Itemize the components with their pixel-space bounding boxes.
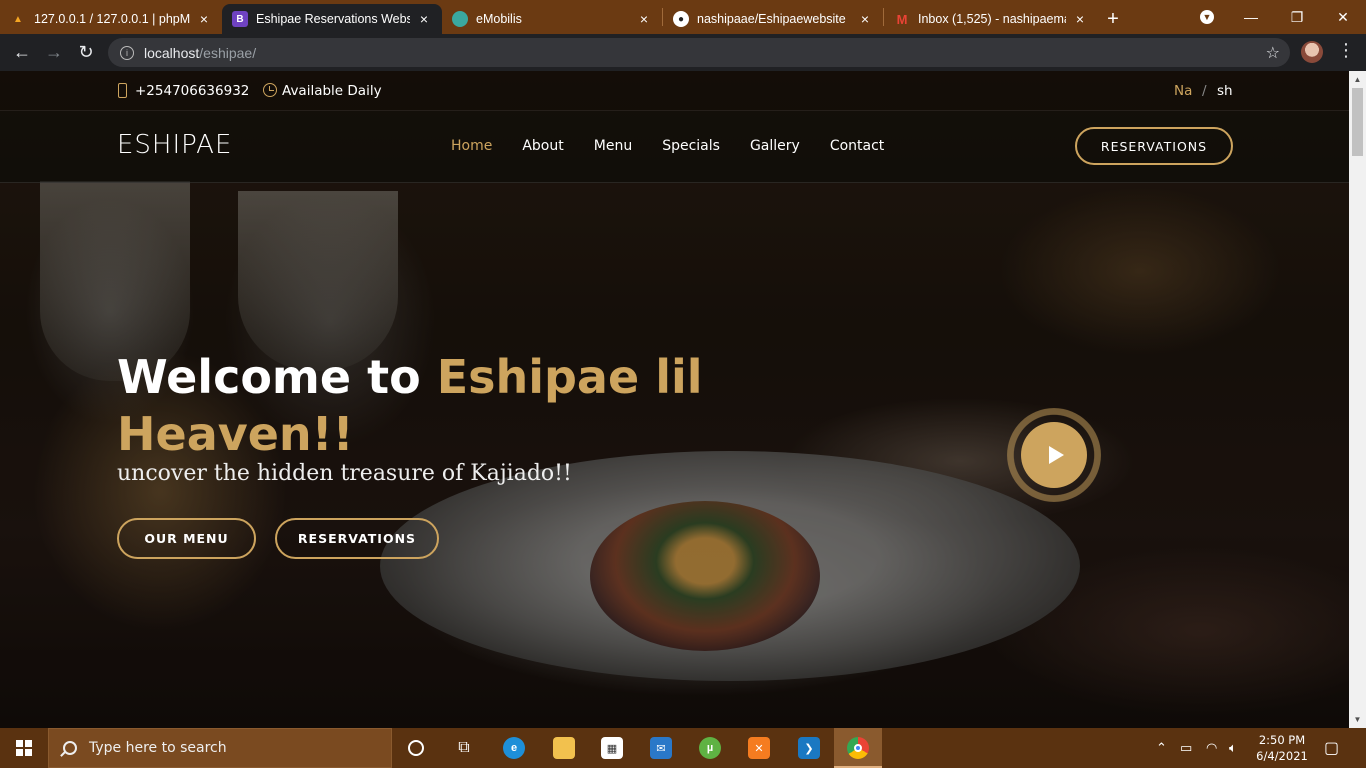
close-icon[interactable]: × <box>416 11 432 27</box>
search-icon <box>63 741 77 755</box>
windows-logo-icon <box>16 740 32 756</box>
bootstrap-icon: B <box>232 11 248 27</box>
xampp-icon[interactable]: ✕ <box>735 728 783 768</box>
reload-icon[interactable]: ↻ <box>70 37 102 69</box>
show-hidden-icons[interactable]: ⌃ <box>1156 728 1167 768</box>
edge-icon[interactable]: e <box>490 728 538 768</box>
close-icon[interactable]: × <box>1072 11 1088 27</box>
nav-contact[interactable]: Contact <box>830 138 884 154</box>
emobilis-icon <box>452 11 468 27</box>
header-reservations-button[interactable]: RESERVATIONS <box>1075 127 1233 165</box>
site-header: ESHIPAE Home About Menu Specials Gallery… <box>0 111 1349 183</box>
wifi-icon[interactable]: ◠ <box>1206 728 1217 768</box>
phpmyadmin-icon: ▲ <box>13 13 23 25</box>
clock-icon <box>263 83 277 97</box>
file-explorer-icon[interactable] <box>540 728 588 768</box>
tab-title: Inbox (1,525) - nashipaemari <box>918 12 1066 26</box>
phone-number: +254706636932 <box>135 83 250 99</box>
phone-icon <box>118 83 127 98</box>
battery-icon[interactable]: ▭ <box>1180 728 1192 768</box>
nav-specials[interactable]: Specials <box>662 138 720 154</box>
tab-github[interactable]: ● nashipaae/Eshipaewebsite × <box>663 4 883 34</box>
profile-avatar[interactable] <box>1301 41 1323 63</box>
nav-gallery[interactable]: Gallery <box>750 138 800 154</box>
volume-icon[interactable]: 🔈︎ <box>1229 728 1237 768</box>
nav-home[interactable]: Home <box>451 138 492 154</box>
start-button[interactable] <box>0 728 48 768</box>
hero-title: Welcome to Eshipae lil Heaven!! <box>117 349 737 463</box>
bookmark-star-icon[interactable]: ☆ <box>1266 43 1280 63</box>
address-bar[interactable]: i localhost/eshipae/ ☆ <box>108 38 1290 67</box>
hero-title-white: Welcome to <box>117 350 437 404</box>
back-icon[interactable]: ← <box>6 37 38 69</box>
system-clock[interactable]: 2:50 PM 6/4/2021 <box>1252 732 1312 764</box>
taskbar-search[interactable]: Type here to search <box>48 728 392 768</box>
page-viewport: +254706636932 Available Daily Na / sh ES… <box>0 71 1349 728</box>
nav-about[interactable]: About <box>522 138 563 154</box>
top-info-bar: +254706636932 Available Daily Na / sh <box>0 71 1349 111</box>
clock-time: 2:50 PM <box>1258 733 1306 747</box>
clock-date: 6/4/2021 <box>1256 749 1308 763</box>
play-icon <box>1049 446 1064 464</box>
scroll-down-icon[interactable]: ▼ <box>1349 711 1366 728</box>
close-icon[interactable]: × <box>636 11 652 27</box>
main-nav: Home About Menu Specials Gallery Contact <box>451 138 914 154</box>
hero-subtitle: uncover the hidden treasure of Kajiado!! <box>117 461 572 486</box>
close-window-icon[interactable]: ✕ <box>1320 0 1366 34</box>
windows-taskbar: Type here to search ⧉ e ▦ ✉ µ ✕ ❯ ⌃ ▭ ◠ … <box>0 728 1366 768</box>
page-scrollbar[interactable]: ▲ ▼ <box>1349 71 1366 728</box>
tab-phpmyadmin[interactable]: ▲ 127.0.0.1 / 127.0.0.1 | phpMyA × <box>0 4 222 34</box>
language-link-b[interactable]: sh <box>1217 83 1233 99</box>
scroll-thumb[interactable] <box>1352 88 1363 156</box>
maximize-icon[interactable]: ❐ <box>1274 0 1320 34</box>
tab-title: eMobilis <box>476 12 522 26</box>
tab-eshipae[interactable]: B Eshipae Reservations Website × <box>222 4 442 34</box>
github-icon: ● <box>673 11 689 27</box>
tab-title: 127.0.0.1 / 127.0.0.1 | phpMyA <box>34 12 190 26</box>
tab-emobilis[interactable]: eMobilis × <box>442 4 662 34</box>
language-separator: / <box>1202 83 1207 99</box>
search-placeholder: Type here to search <box>89 740 227 756</box>
mail-icon[interactable]: ✉ <box>637 728 685 768</box>
our-menu-button[interactable]: OUR MENU <box>117 518 256 559</box>
tab-gmail[interactable]: M Inbox (1,525) - nashipaemari × <box>884 4 1098 34</box>
browser-tabstrip: ▲ 127.0.0.1 / 127.0.0.1 | phpMyA × B Esh… <box>0 0 1366 34</box>
hero-reservations-button[interactable]: RESERVATIONS <box>275 518 439 559</box>
minimize-icon[interactable]: — <box>1228 0 1274 34</box>
browser-menu-icon[interactable]: ⋮ <box>1336 40 1356 61</box>
notification-icon[interactable]: ▢ <box>1324 728 1339 768</box>
chrome-icon[interactable] <box>834 728 882 768</box>
new-tab-button[interactable]: + <box>1098 4 1128 34</box>
utorrent-icon[interactable]: µ <box>686 728 734 768</box>
browser-toolbar: ← → ↻ i localhost/eshipae/ ☆ ⋮ <box>0 34 1366 71</box>
forward-icon[interactable]: → <box>38 37 70 69</box>
url-host: localhost <box>144 44 200 61</box>
store-icon[interactable]: ▦ <box>588 728 636 768</box>
cortana-icon[interactable] <box>392 728 440 768</box>
task-view-icon[interactable]: ⧉ <box>440 728 488 768</box>
close-icon[interactable]: × <box>196 11 212 27</box>
close-icon[interactable]: × <box>857 11 873 27</box>
nav-menu[interactable]: Menu <box>594 138 632 154</box>
tab-search-icon[interactable]: ▼ <box>1184 0 1230 34</box>
gmail-icon: M <box>896 11 908 27</box>
language-link-a[interactable]: Na <box>1174 83 1192 99</box>
tab-title: Eshipae Reservations Website <box>256 12 410 26</box>
opening-hours: Available Daily <box>282 83 382 99</box>
vscode-icon[interactable]: ❯ <box>785 728 833 768</box>
video-play-button[interactable] <box>1007 408 1101 502</box>
play-button-circle <box>1021 422 1087 488</box>
scroll-up-icon[interactable]: ▲ <box>1349 71 1366 88</box>
url-path: /eshipae/ <box>199 44 257 61</box>
site-logo[interactable]: ESHIPAE <box>117 130 232 160</box>
info-icon[interactable]: i <box>120 45 134 60</box>
tab-title: nashipaae/Eshipaewebsite <box>697 12 846 26</box>
